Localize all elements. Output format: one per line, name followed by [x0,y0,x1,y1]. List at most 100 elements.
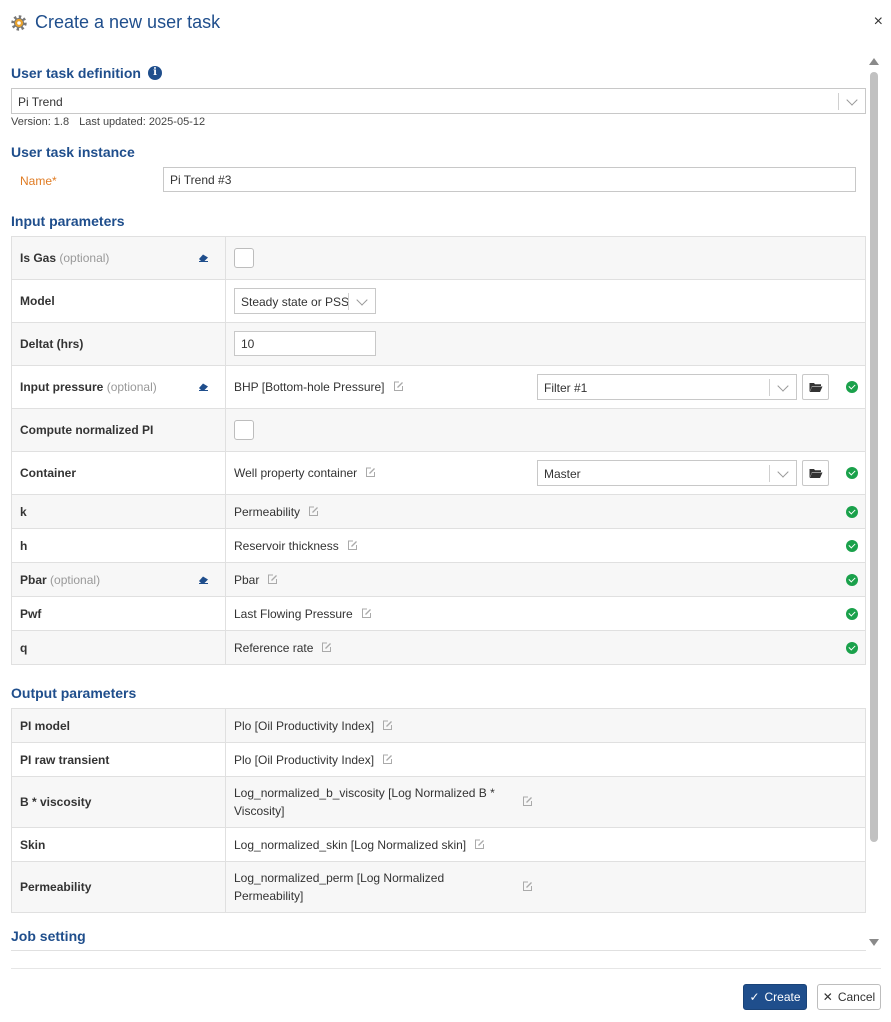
table-row: k Permeability [11,494,866,529]
close-button[interactable]: × [874,12,883,32]
table-row: Model Steady state or PSS [11,279,866,323]
table-row: Is Gas (optional) [11,236,866,280]
edit-icon[interactable] [321,642,332,653]
table-row: q Reference rate [11,630,866,665]
name-input[interactable] [163,167,856,192]
optional-tag: (optional) [106,380,157,394]
updated-label: Last updated: 2025-05-12 [79,116,206,128]
vertical-scrollbar[interactable] [868,56,880,948]
variable-text: Reservoir thickness [234,539,358,553]
is-gas-checkbox[interactable] [234,248,254,268]
variable-text: Plo [Oil Productivity Index] [234,719,393,733]
cancel-button-label: Cancel [837,990,876,1004]
param-name: Compute normalized PI [20,423,154,437]
outputs-section-title: Output parameters [11,685,137,701]
edit-icon[interactable] [474,839,485,850]
param-label: B * viscosity [11,776,226,828]
model-select[interactable]: Steady state or PSS [234,288,376,314]
chevron-down-icon[interactable] [777,466,789,478]
param-value: Permeability [225,494,866,529]
dialog-header: Create a new user task × [0,0,891,46]
definition-select-value: Pi Trend [18,95,63,109]
param-value: Plo [Oil Productivity Index] [225,742,866,777]
edit-icon[interactable] [365,467,376,478]
scrollbar-thumb[interactable] [870,72,878,842]
table-row: Skin Log_normalized_skin [Log Normalized… [11,827,866,862]
param-name: Pbar [20,572,47,587]
edit-icon[interactable] [522,796,533,807]
edit-icon[interactable] [361,608,372,619]
edit-icon[interactable] [382,754,393,765]
definition-meta: Version: 1.8 Last updated: 2025-05-12 [11,116,205,128]
param-value: Log_normalized_b_viscosity [Log Normaliz… [225,776,866,828]
select-separator [769,379,770,396]
param-label: PI model [11,708,226,743]
gear-icon [11,15,27,31]
container-select-value: Master [544,467,581,481]
definition-section-title: User task definition [11,65,141,81]
browse-folder-button[interactable] [802,374,829,400]
eraser-icon[interactable] [198,575,209,584]
scroll-up-icon[interactable] [869,58,879,65]
edit-icon[interactable] [382,720,393,731]
eraser-icon[interactable] [198,253,209,262]
param-value: Last Flowing Pressure [225,596,866,631]
table-row: Pwf Last Flowing Pressure [11,596,866,631]
browse-folder-button[interactable] [802,460,829,486]
output-parameters-table: PI model Plo [Oil Productivity Index] PI… [11,708,866,913]
definition-select[interactable]: Pi Trend [11,88,866,114]
edit-icon[interactable] [393,381,404,392]
param-label: Compute normalized PI [11,408,226,452]
input-parameters-table: Is Gas (optional) Model Steady state or … [11,236,866,665]
chevron-down-icon[interactable] [777,380,789,392]
param-name: k [20,504,27,519]
deltat-input[interactable] [234,331,376,356]
param-name: Pwf [20,606,42,621]
filter-select[interactable]: Filter #1 [537,374,797,400]
edit-icon[interactable] [267,574,278,585]
param-value: Well property container Master [225,451,866,495]
scroll-down-icon[interactable] [869,939,879,946]
variable-text: BHP [Bottom-hole Pressure] [234,380,404,394]
eraser-icon[interactable] [198,382,209,391]
param-value: Reference rate [225,630,866,665]
table-row: PI model Plo [Oil Productivity Index] [11,708,866,743]
table-row: PI raw transient Plo [Oil Productivity I… [11,742,866,777]
param-value: BHP [Bottom-hole Pressure] Filter #1 [225,365,866,409]
table-row: h Reservoir thickness [11,528,866,563]
param-name: PI model [20,718,71,733]
variable-name: Plo [Oil Productivity Index] [234,752,375,767]
table-row: Input pressure (optional) BHP [Bottom-ho… [11,365,866,409]
edit-icon[interactable] [347,540,358,551]
cancel-button[interactable]: ✕ Cancel [817,984,881,1010]
container-select[interactable]: Master [537,460,797,486]
table-row: B * viscosity Log_normalized_b_viscosity… [11,776,866,828]
variable-name: Permeability [234,504,301,519]
edit-icon[interactable] [522,881,533,892]
param-label: h [11,528,226,563]
check-circle-icon [846,505,858,518]
param-name: Container [20,466,77,480]
variable-name: Reservoir thickness [234,538,339,553]
variable-name: Plo [Oil Productivity Index] [234,718,375,733]
param-value: Log_normalized_perm [Log Normalized Perm… [225,861,866,913]
param-name: h [20,538,28,553]
chevron-down-icon[interactable] [846,94,858,106]
param-label: Input pressure (optional) [11,365,226,409]
variable-name: Log_normalized_skin [Log Normalized skin… [234,837,467,852]
optional-tag: (optional) [50,572,101,587]
param-label: Is Gas (optional) [11,236,226,280]
variable-name: Reference rate [234,640,314,655]
check-icon: ✓ [749,990,760,1004]
edit-icon[interactable] [308,506,319,517]
chevron-down-icon[interactable] [356,294,368,306]
select-separator [348,293,349,310]
param-label: Pwf [11,596,226,631]
dialog-title: Create a new user task [35,12,221,32]
info-icon[interactable]: i [148,66,162,80]
create-button[interactable]: ✓ Create [743,984,807,1010]
footer-divider [11,968,881,969]
param-label: Container [11,451,226,495]
check-circle-icon [846,381,858,393]
compute-normalized-pi-checkbox[interactable] [234,420,254,440]
